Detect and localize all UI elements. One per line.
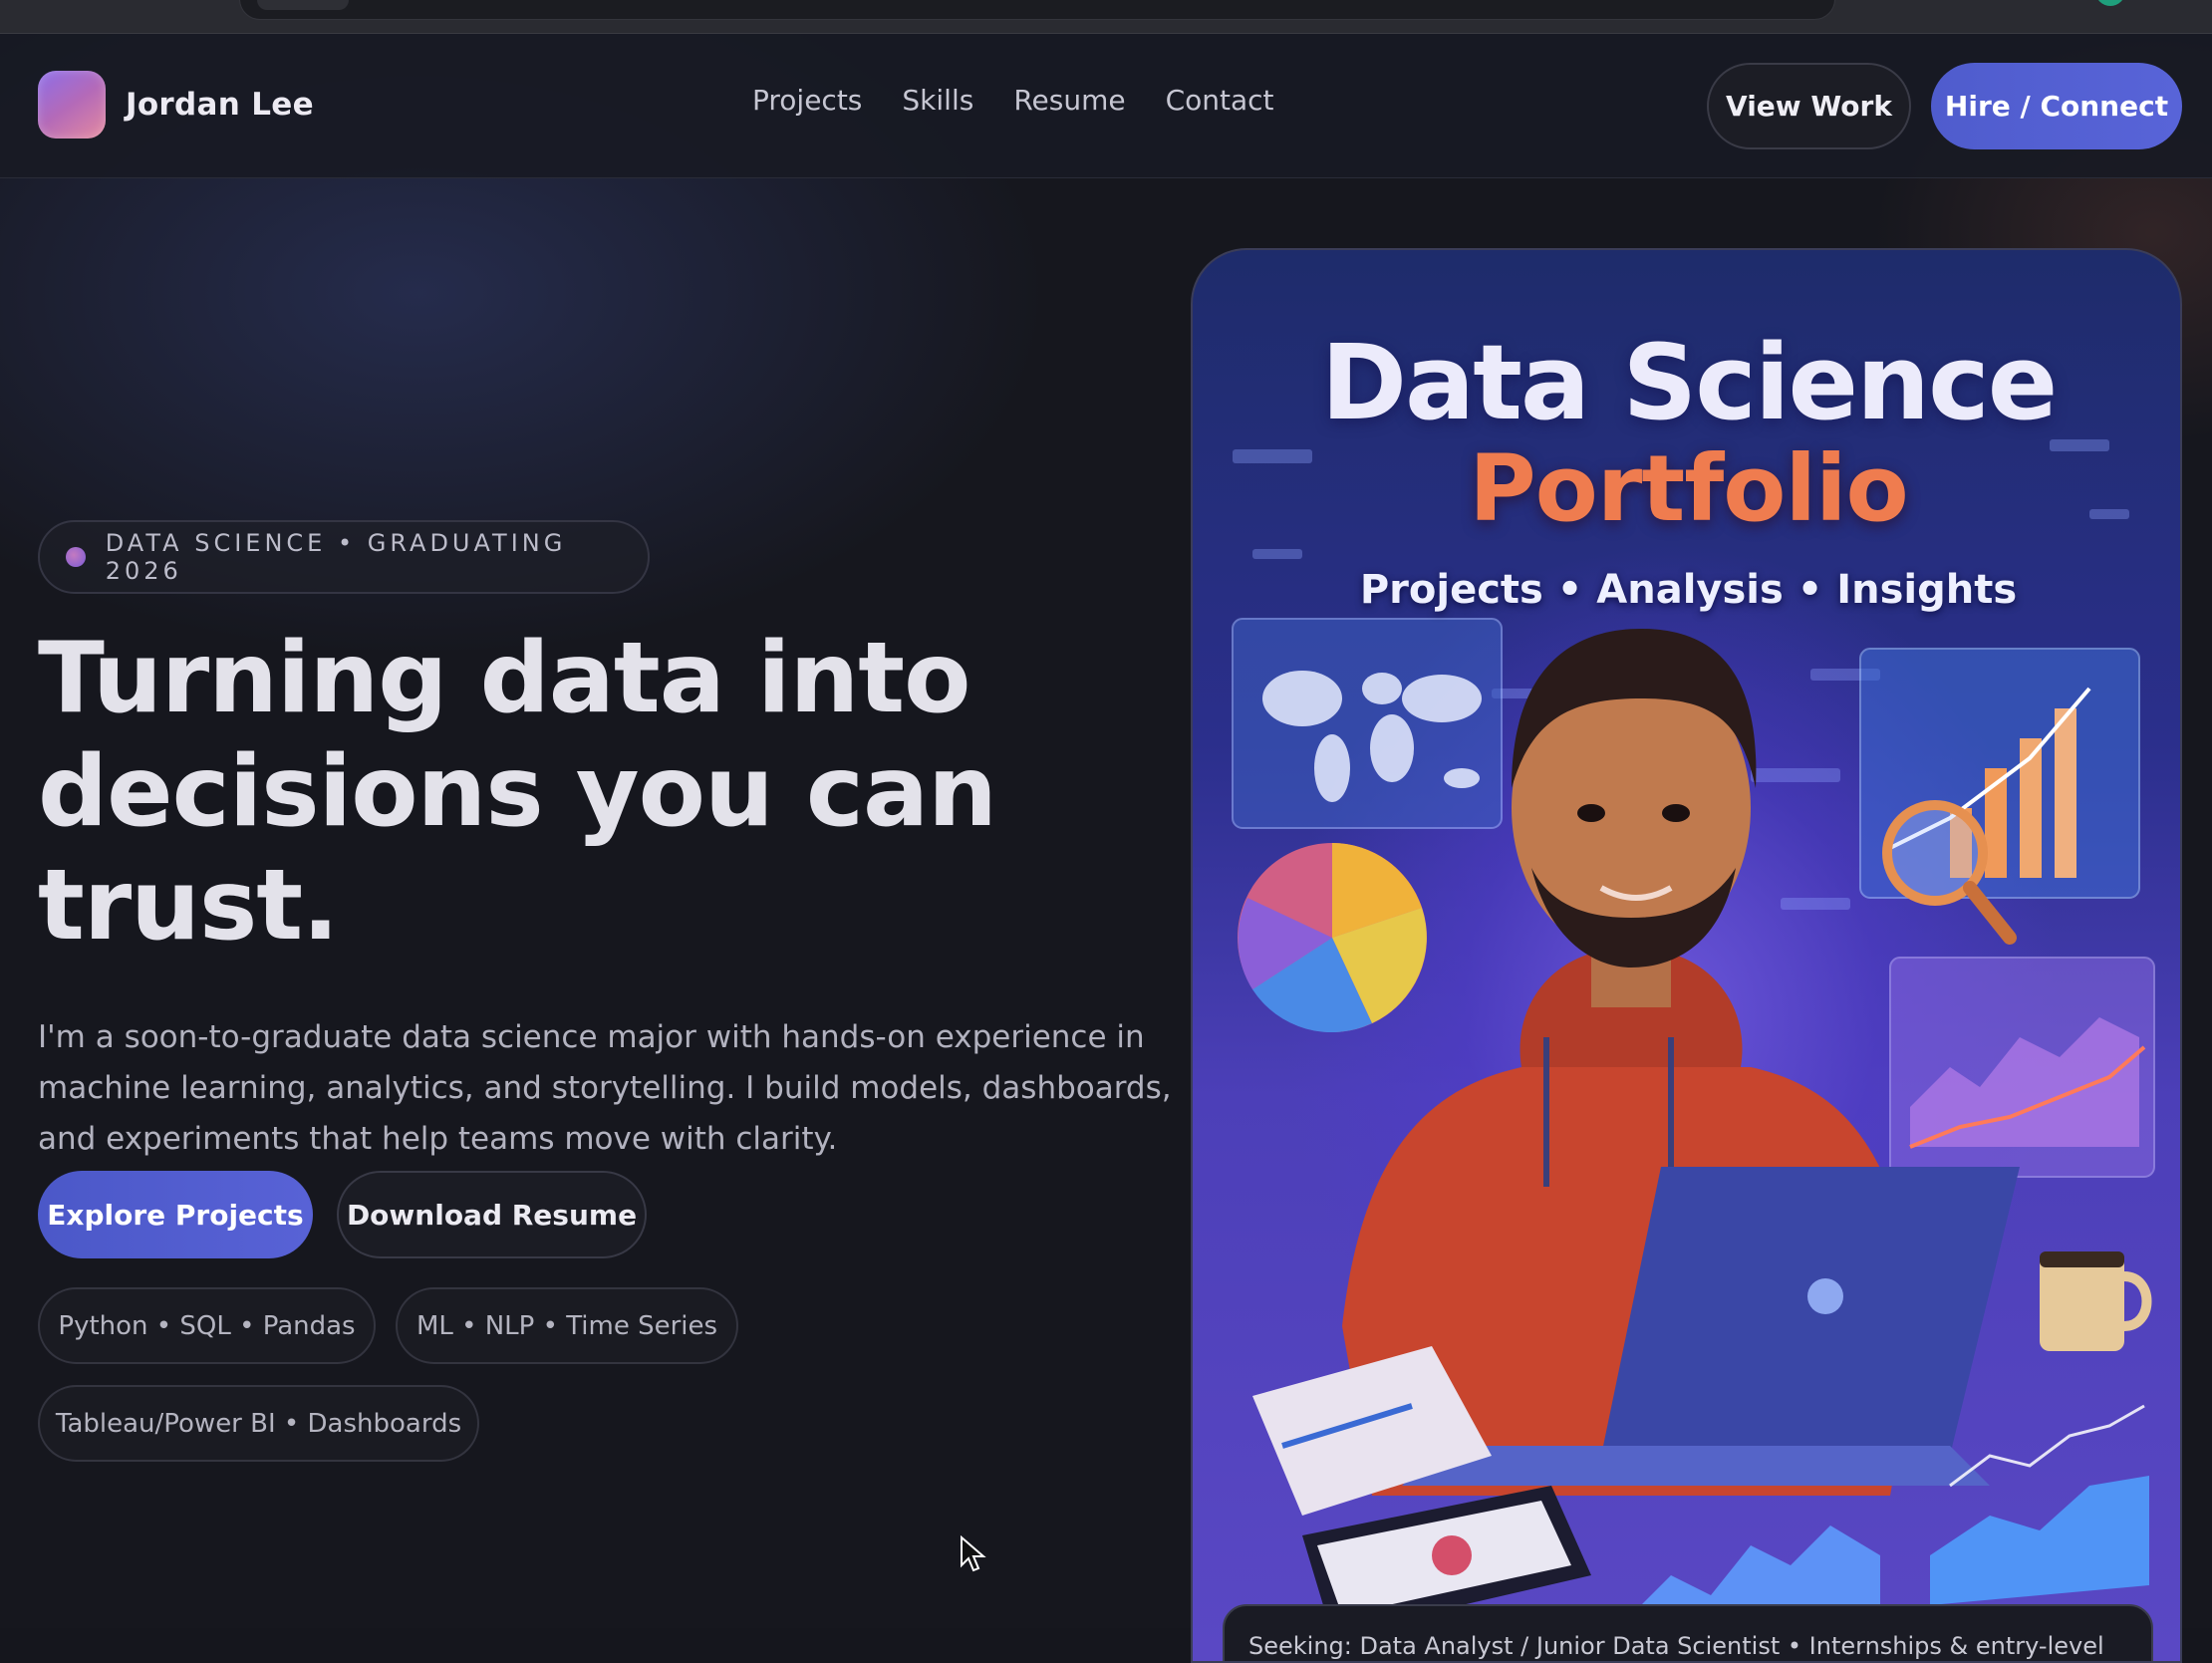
illustration-subtitle: Projects • Analysis • Insights [1359,567,2018,613]
top-navbar: Jordan Lee Projects Skills Resume Contac… [0,34,2212,178]
hero-title: Turning data into decisions you can trus… [38,622,1154,963]
browser-address-bar[interactable] [239,0,1835,20]
hero-title-line: trust. [38,849,339,963]
coffee-mug-graphic [2040,1251,2152,1351]
hero-title-line: decisions you can [38,735,997,849]
nav-link-projects[interactable]: Projects [752,84,862,117]
seeking-caption: Seeking: Data Analyst / Junior Data Scie… [1223,1604,2153,1661]
line-chart-panel [1889,957,2155,1178]
explore-projects-button[interactable]: Explore Projects [38,1171,313,1258]
status-dot-icon [66,547,86,567]
skill-chip: ML • NLP • Time Series [396,1287,738,1364]
hero-badge: DATA SCIENCE • GRADUATING 2026 [38,520,650,594]
world-map-panel [1232,618,1503,829]
profile-icon[interactable] [2095,0,2125,6]
brand-name: Jordan Lee [126,87,314,123]
portfolio-page: Jordan Lee Projects Skills Resume Contac… [0,34,2212,1663]
hero-illustration: Data Science Portfolio Projects • Analys… [1191,248,2182,1663]
view-work-button[interactable]: View Work [1707,63,1911,149]
brand[interactable]: Jordan Lee [38,71,314,139]
hero-badge-text: DATA SCIENCE • GRADUATING 2026 [105,529,567,585]
nav-link-skills[interactable]: Skills [902,84,973,117]
hire-connect-button[interactable]: Hire / Connect [1931,63,2182,149]
skill-chip: Python • SQL • Pandas [38,1287,376,1364]
mouse-cursor-icon [961,1535,986,1572]
bar-chart-panel [1859,648,2140,945]
illustration-title: Data Science [1320,322,2059,443]
brand-logo-icon [38,71,106,139]
hero-title-line: Turning data into [38,622,970,735]
hero-description: I'm a soon-to-graduate data science majo… [38,1019,1172,1157]
illustration-title-accent: Portfolio [1469,435,1909,542]
nav-links: Projects Skills Resume Contact [752,84,1274,117]
browser-toolbar [0,0,2212,34]
pie-chart-graphic [1238,843,1427,1033]
skill-chip: Tableau/Power BI • Dashboards [38,1385,479,1462]
browser-tab[interactable] [257,0,349,10]
download-resume-button[interactable]: Download Resume [337,1171,647,1258]
nav-link-contact[interactable]: Contact [1166,84,1274,117]
nav-link-resume[interactable]: Resume [1013,84,1125,117]
